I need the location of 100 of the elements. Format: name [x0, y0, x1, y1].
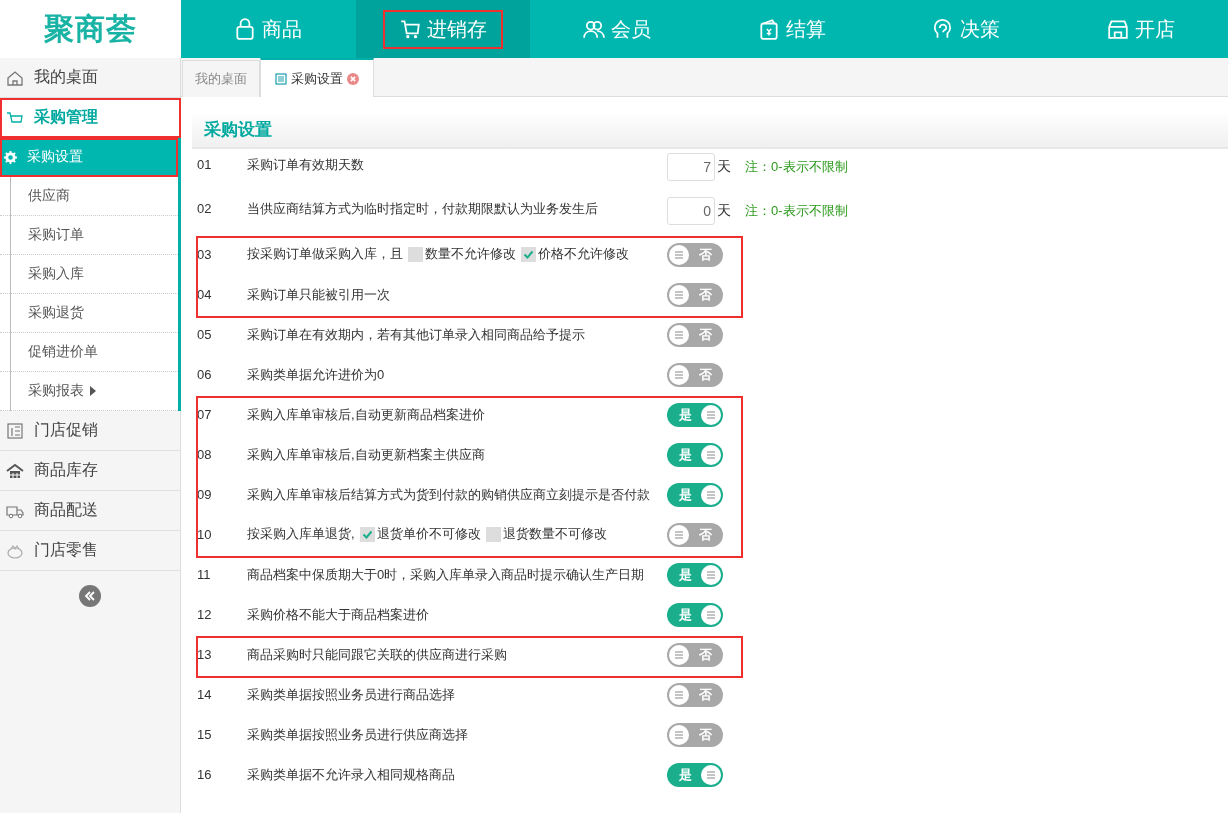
lines-icon: [674, 291, 684, 299]
gear-icon: [4, 150, 17, 164]
checkbox-option[interactable]: 数量不允许修改: [403, 243, 516, 265]
submenu-item[interactable]: 采购设置: [0, 138, 178, 177]
unit-label: 天: [717, 202, 731, 220]
setting-label: 按采购订单做采购入库，且: [247, 245, 403, 263]
row-number: 15: [197, 726, 213, 744]
lines-icon: [706, 491, 716, 499]
toggle-switch[interactable]: 否: [667, 723, 723, 747]
checkbox-option[interactable]: 退货单价不可修改: [354, 523, 481, 545]
sidebar-item[interactable]: 门店零售: [0, 531, 180, 571]
lines-icon: [674, 731, 684, 739]
toggle-switch[interactable]: 否: [667, 243, 723, 267]
nav-tab[interactable]: 结算: [704, 0, 879, 58]
checkbox[interactable]: [485, 526, 501, 542]
setting-label: 采购入库单审核后结算方式为货到付款的购销供应商立刻提示是否付款: [247, 486, 651, 504]
submenu-item[interactable]: 供应商: [0, 177, 178, 216]
lines-icon: [706, 411, 716, 419]
sidebar-item[interactable]: 采购管理: [0, 98, 181, 138]
setting-label: 采购订单只能被引用一次: [247, 286, 391, 304]
setting-label: 采购类单据按照业务员进行商品选择: [247, 686, 456, 704]
lines-icon: [706, 451, 716, 459]
note-text: 注：0-表示不限制: [745, 202, 848, 220]
toggle-switch[interactable]: 是: [667, 563, 723, 587]
row-number: 08: [197, 446, 213, 464]
nav-tab[interactable]: 会员: [530, 0, 705, 58]
page-tab[interactable]: 我的桌面: [182, 60, 260, 97]
checkbox-label: 价格不允许修改: [538, 245, 629, 263]
page-tab[interactable]: 采购设置: [260, 58, 374, 97]
nav-tab[interactable]: 进销存: [355, 0, 530, 58]
submenu-item[interactable]: 采购退货: [0, 294, 178, 333]
lines-icon: [674, 691, 684, 699]
document-icon: [275, 72, 287, 85]
lines-icon: [706, 771, 716, 779]
row-number: 09: [197, 486, 213, 504]
row-number: 05: [197, 326, 213, 344]
setting-label: 采购入库单审核后,自动更新商品档案进价: [247, 406, 486, 424]
row-number: 02: [197, 200, 213, 218]
submenu-item[interactable]: 采购报表: [0, 372, 178, 411]
nav-icon: [398, 18, 421, 40]
checkbox-option[interactable]: 价格不允许修改: [516, 243, 629, 265]
toggle-switch[interactable]: 是: [667, 763, 723, 787]
toggle-switch[interactable]: 否: [667, 643, 723, 667]
setting-label: 采购价格不能大于商品档案进价: [247, 606, 430, 624]
lines-icon: [674, 531, 684, 539]
double-chevron-icon: [84, 590, 96, 602]
checkbox-label: 退货单价不可修改: [376, 525, 481, 543]
lines-icon: [674, 251, 684, 259]
toggle-switch[interactable]: 否: [667, 523, 723, 547]
caret-icon: [90, 386, 96, 396]
toggle-switch[interactable]: 是: [667, 483, 723, 507]
checkbox[interactable]: [359, 526, 375, 542]
nav-icon: [583, 18, 606, 40]
collapse-button[interactable]: [79, 585, 101, 607]
toggle-switch[interactable]: 否: [667, 283, 723, 307]
toggle-switch[interactable]: 是: [667, 603, 723, 627]
setting-label: 采购类单据不允许录入相同规格商品: [247, 766, 456, 784]
checkbox-label: 退货数量不可修改: [502, 525, 607, 543]
toggle-switch[interactable]: 是: [667, 403, 723, 427]
row-number: 13: [197, 646, 213, 664]
close-icon[interactable]: [347, 72, 359, 85]
days-input[interactable]: 0: [667, 197, 715, 225]
lines-icon: [674, 331, 684, 339]
row-number: 07: [197, 406, 213, 424]
nav-tab[interactable]: 开店: [1053, 0, 1228, 58]
row-number: 03: [197, 246, 213, 264]
note-text: 注：0-表示不限制: [745, 158, 848, 176]
checkbox-option[interactable]: 退货数量不可修改: [480, 523, 607, 545]
row-number: 14: [197, 686, 213, 704]
nav-icon: [234, 18, 257, 40]
row-number: 01: [197, 156, 213, 174]
nav-tab[interactable]: 决策: [879, 0, 1054, 58]
toggle-switch[interactable]: 否: [667, 363, 723, 387]
setting-label: 商品采购时只能同跟它关联的供应商进行采购: [247, 646, 508, 664]
days-input[interactable]: 7: [667, 153, 715, 181]
setting-label: 采购入库单审核后,自动更新档案主供应商: [247, 446, 486, 464]
sidebar-item[interactable]: 商品配送: [0, 491, 180, 531]
sidebar-item[interactable]: 商品库存: [0, 451, 180, 491]
lines-icon: [706, 571, 716, 579]
setting-label: 商品档案中保质期大于0时，采购入库单录入商品时提示确认生产日期: [247, 566, 646, 584]
row-number: 10: [197, 526, 213, 544]
lines-icon: [674, 651, 684, 659]
checkbox-label: 数量不允许修改: [425, 245, 516, 263]
checkbox[interactable]: [408, 246, 423, 262]
submenu-item[interactable]: 采购订单: [0, 216, 178, 255]
submenu-item[interactable]: 促销进价单: [0, 333, 178, 372]
toggle-switch[interactable]: 否: [667, 683, 723, 707]
menu-icon: [6, 421, 24, 440]
lines-icon: [706, 611, 716, 619]
toggle-switch[interactable]: 否: [667, 323, 723, 347]
row-number: 06: [197, 366, 213, 384]
checkbox[interactable]: [521, 246, 536, 262]
setting-label: 采购订单有效期天数: [247, 156, 365, 174]
setting-label: 当供应商结算方式为临时指定时，付款期限默认为业务发生后: [247, 200, 599, 218]
submenu-item[interactable]: 采购入库: [0, 255, 178, 294]
sidebar-item[interactable]: 门店促销: [0, 411, 180, 451]
nav-tab[interactable]: 商品: [181, 0, 356, 58]
check-icon: [361, 528, 373, 540]
toggle-switch[interactable]: 是: [667, 443, 723, 467]
nav-icon: [757, 18, 780, 40]
